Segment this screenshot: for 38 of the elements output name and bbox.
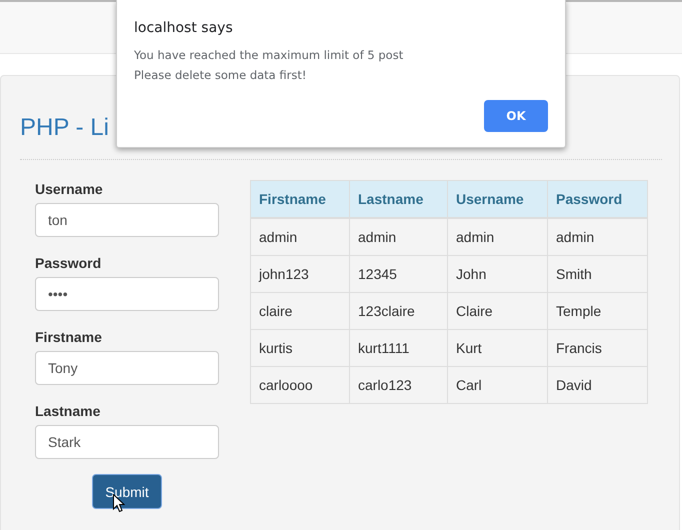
dialog-message: Please delete some data first! (134, 67, 308, 84)
dialog-title: localhost says (134, 19, 234, 38)
table-cell: Carl (448, 366, 548, 404)
field-label: Lastname (35, 402, 102, 420)
table-cell: claire (250, 292, 350, 330)
table-cell: 123claire (350, 292, 448, 330)
table-cell: Smith (548, 256, 648, 292)
table-cell: 12345 (350, 256, 448, 292)
field-label: Password (35, 254, 102, 272)
table-cell: admin (448, 218, 548, 256)
column-header: Password (548, 180, 648, 218)
input-field[interactable]: •••• (35, 277, 219, 311)
table-cell: Temple (548, 292, 648, 330)
table-cell: admin (350, 218, 448, 256)
table-cell: carlo123 (350, 366, 448, 404)
table-cell: admin (250, 218, 350, 256)
table-cell: Claire (448, 292, 548, 330)
table-cell: Kurt (448, 330, 548, 366)
table-cell: Francis (548, 330, 648, 366)
field-label: Firstname (35, 328, 103, 346)
table-cell: admin (548, 218, 648, 256)
page-title: PHP - Li (20, 114, 109, 142)
input-field[interactable]: ton (35, 203, 219, 237)
submit-button[interactable]: Submit (92, 474, 162, 509)
table-cell: carloooo (250, 366, 350, 404)
table-cell: John (448, 256, 548, 292)
column-header: Lastname (350, 180, 448, 218)
dialog-message: You have reached the maximum limit of 5 post (134, 47, 404, 64)
input-field[interactable]: Tony (35, 351, 219, 385)
input-field[interactable]: Stark (35, 425, 219, 459)
ok-button[interactable]: OK (484, 100, 548, 132)
field-label: Username (35, 180, 104, 198)
table-cell: john123 (250, 256, 350, 292)
table-cell: kurtis (250, 330, 350, 366)
table-cell: kurt1111 (350, 330, 448, 366)
column-header: Firstname (250, 180, 350, 218)
table-cell: David (548, 366, 648, 404)
column-header: Username (448, 180, 548, 218)
